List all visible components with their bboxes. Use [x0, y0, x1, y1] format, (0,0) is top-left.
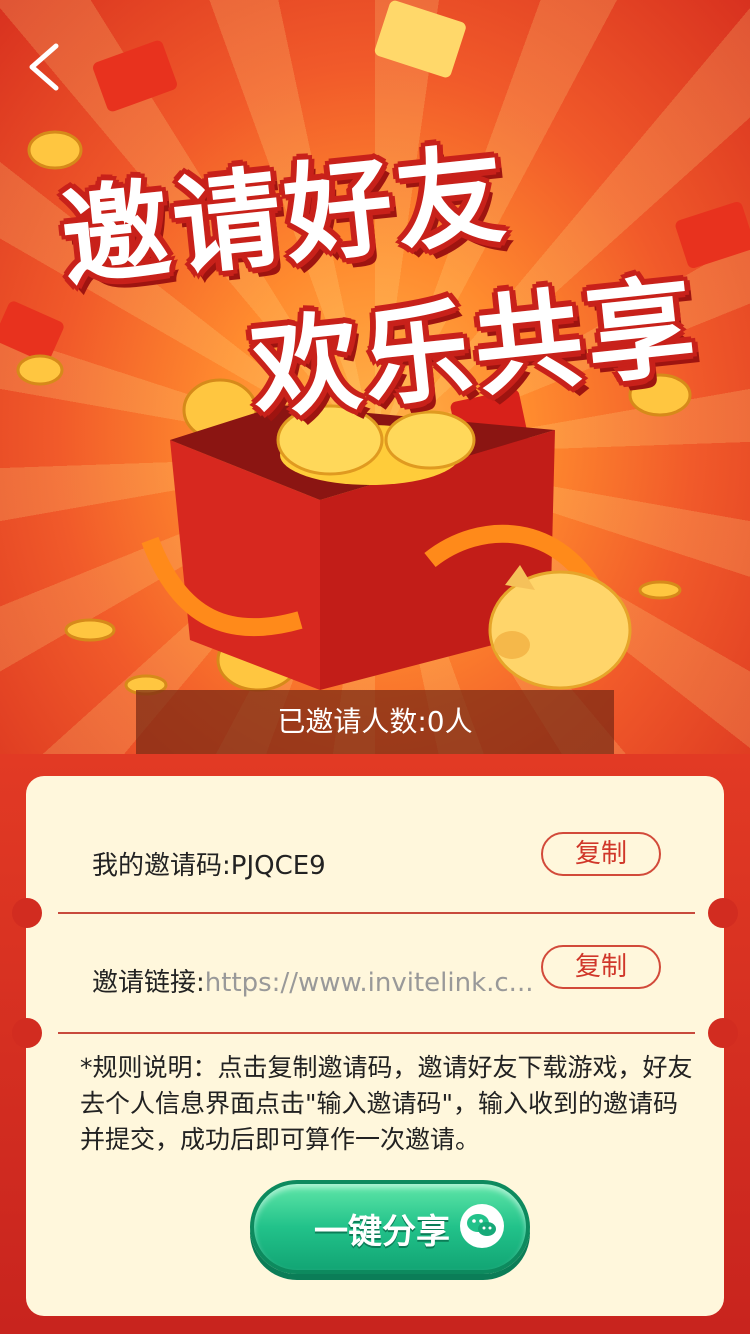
card-notch — [708, 1018, 738, 1048]
card-notch — [708, 898, 738, 928]
back-button[interactable] — [22, 40, 72, 94]
copy-code-button[interactable]: 复制 — [541, 832, 661, 876]
piggy-bank-icon — [488, 565, 632, 690]
wechat-icon — [460, 1204, 504, 1248]
rules-description: *规则说明：点击复制邀请码，邀请好友下载游戏，好友去个人信息界面点击"输入邀请码… — [80, 1053, 693, 1154]
card-notch — [12, 898, 42, 928]
invite-link-value: https://www.invitelink.c... — [204, 968, 534, 998]
share-button-label: 一键分享 — [314, 1212, 450, 1252]
invite-code-label: 我的邀请码:PJQCE9 — [92, 851, 326, 881]
hero-banner: 邀请好友 欢乐共享 — [0, 0, 750, 790]
chevron-left-icon — [29, 43, 59, 91]
copy-link-button[interactable]: 复制 — [541, 945, 661, 989]
invite-link-row: 邀请链接:https://www.invitelink.c... — [92, 962, 533, 999]
invite-count-banner: 已邀请人数:0人 — [136, 690, 614, 754]
divider — [58, 1032, 695, 1034]
invite-link-label: 邀请链接: — [92, 968, 205, 998]
card-notch — [12, 1018, 42, 1048]
divider — [58, 912, 695, 914]
share-button[interactable]: 一键分享 — [250, 1180, 530, 1274]
